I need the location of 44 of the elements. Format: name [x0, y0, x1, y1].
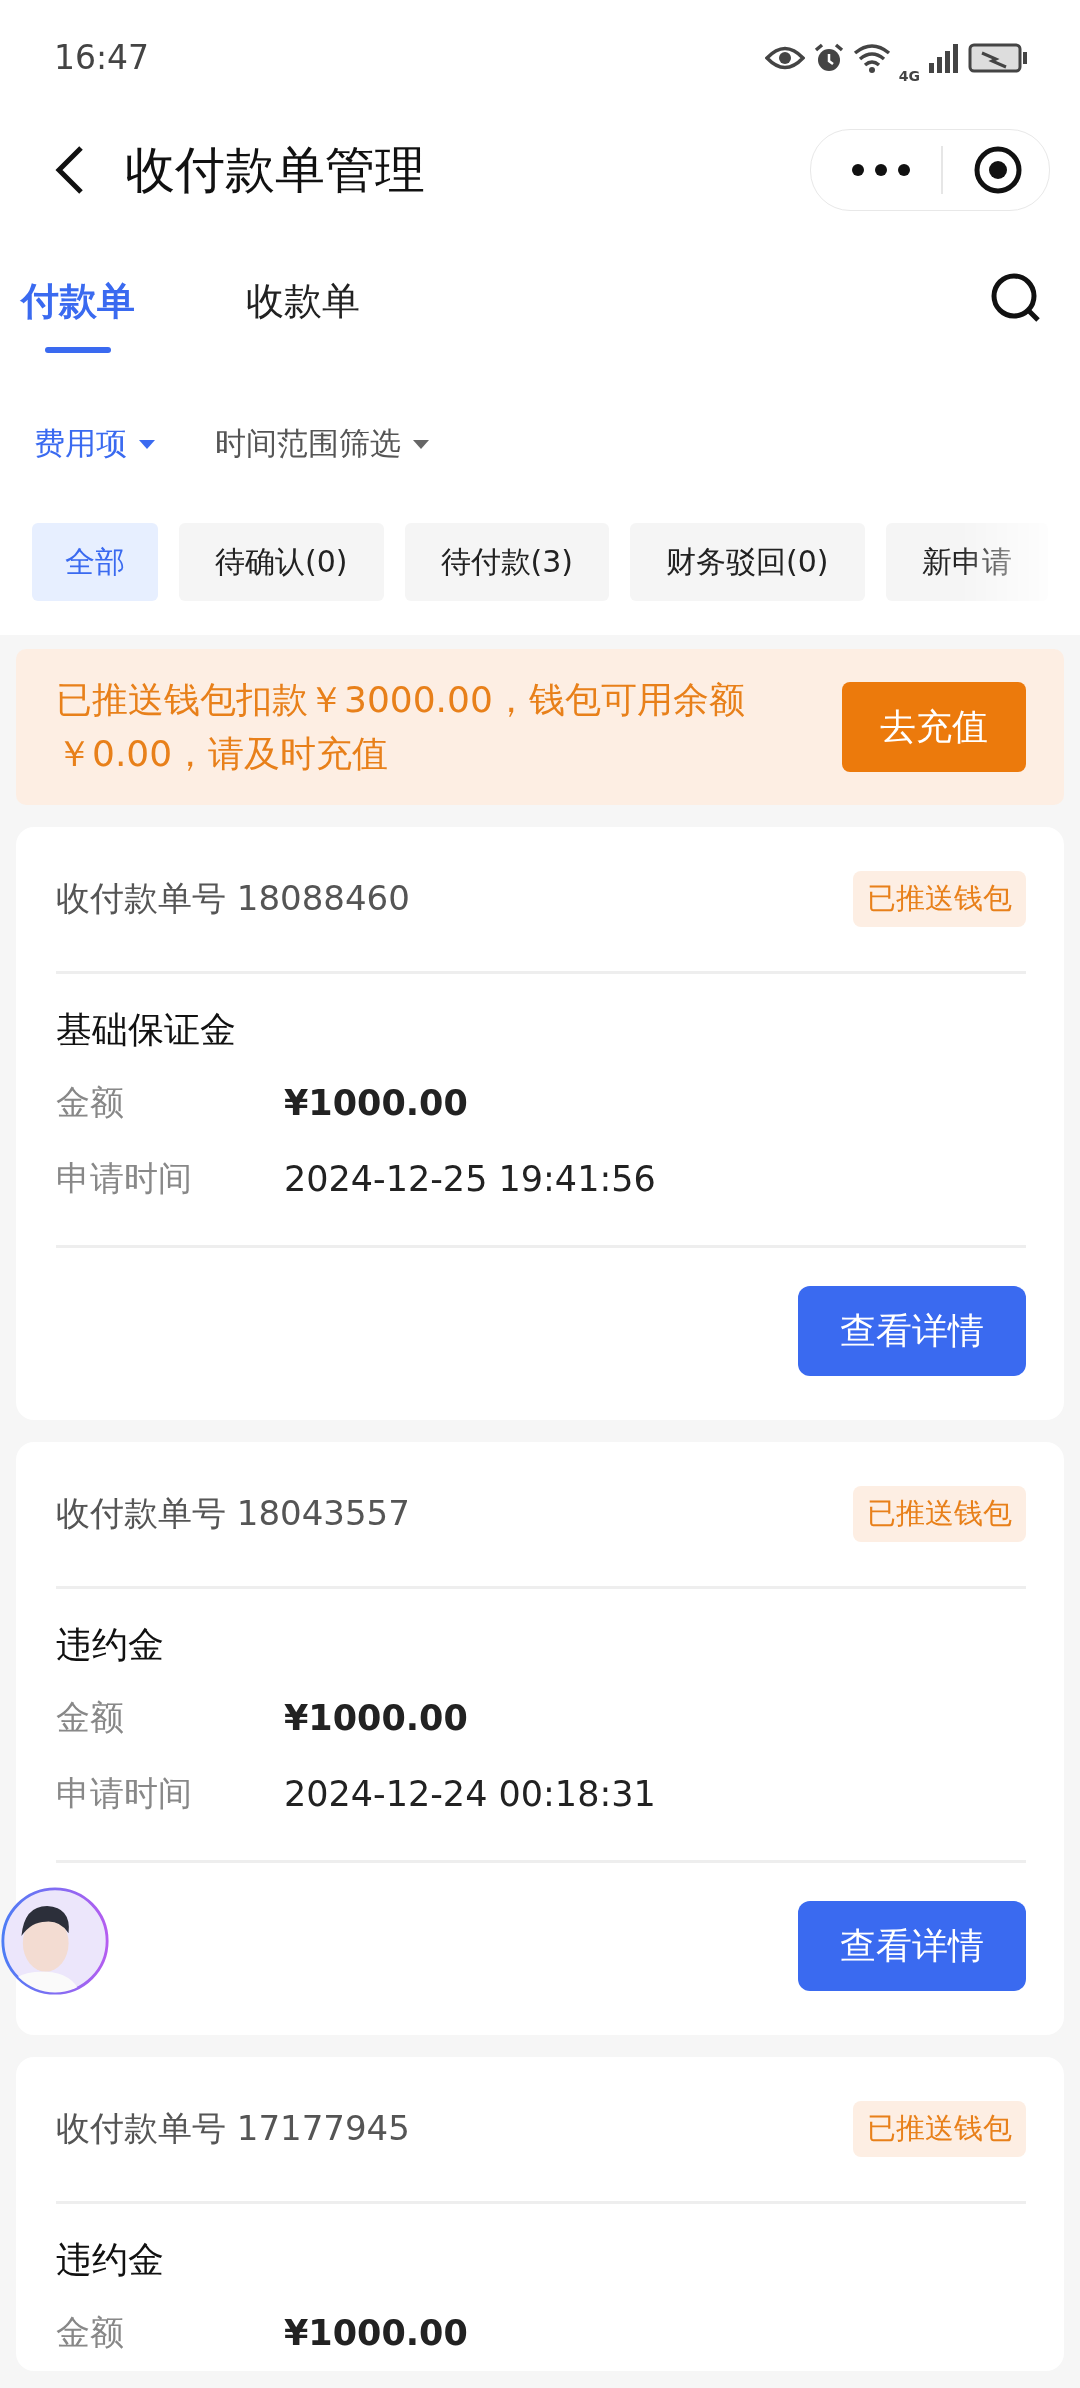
status-badge: 已推送钱包	[853, 871, 1026, 927]
field-value: 2024-12-25 19:41:56	[284, 1159, 656, 1199]
field-value: 2024-12-24 00:18:31	[284, 1774, 656, 1814]
field-label: 申请时间	[56, 1157, 193, 1200]
field-label: 金额	[56, 1696, 125, 1739]
fee-title: 违约金	[56, 1623, 165, 1667]
order-number: 收付款单号 18088460	[56, 877, 410, 920]
tab[interactable]: 收款单	[246, 270, 360, 353]
status-chip[interactable]: 待付款(3)	[404, 523, 609, 601]
details-button[interactable]: 查看详情	[798, 1901, 1026, 1991]
fee-title: 违约金	[56, 2238, 165, 2282]
field-value: ¥1000.00	[284, 2313, 468, 2353]
search-icon[interactable]	[990, 272, 1042, 324]
details-button[interactable]: 查看详情	[798, 1286, 1026, 1376]
more-icon[interactable]	[851, 163, 911, 177]
field-value: ¥1000.00	[284, 1083, 468, 1123]
caret-icon	[139, 439, 155, 449]
filter-dropdown[interactable]: 费用项	[34, 415, 155, 473]
eye-icon	[764, 44, 805, 71]
status-chip[interactable]: 财务驳回(0)	[630, 523, 865, 601]
back-icon[interactable]	[55, 145, 85, 195]
battery-icon	[968, 42, 1028, 73]
field-value: ¥1000.00	[284, 1698, 468, 1738]
status-chip[interactable]: 全部	[32, 523, 158, 601]
notice-text: 已推送钱包扣款￥3000.00，钱包可用余额￥0.00，请及时充值	[56, 678, 746, 776]
status-badge: 已推送钱包	[853, 1486, 1026, 1542]
target-icon[interactable]	[973, 145, 1023, 195]
caret-icon	[413, 439, 429, 449]
status-time: 16:47	[54, 38, 150, 77]
field-label: 申请时间	[56, 1772, 193, 1815]
tab[interactable]: 付款单	[21, 270, 135, 353]
status-badge: 已推送钱包	[853, 2101, 1026, 2157]
signal-icon	[928, 42, 960, 73]
alarm-icon	[812, 41, 845, 74]
order-number: 收付款单号 18043557	[56, 1492, 410, 1535]
order-number: 收付款单号 17177945	[56, 2107, 410, 2150]
network-label: 4G	[898, 67, 920, 84]
field-label: 金额	[56, 2311, 125, 2354]
wifi-icon	[852, 42, 891, 73]
filter-dropdown[interactable]: 时间范围筛选	[215, 415, 429, 473]
page-title: 收付款单管理	[125, 139, 426, 201]
fee-title: 基础保证金	[56, 1008, 237, 1052]
status-chip[interactable]: 待确认(0)	[179, 523, 384, 601]
field-label: 金额	[56, 1081, 125, 1124]
